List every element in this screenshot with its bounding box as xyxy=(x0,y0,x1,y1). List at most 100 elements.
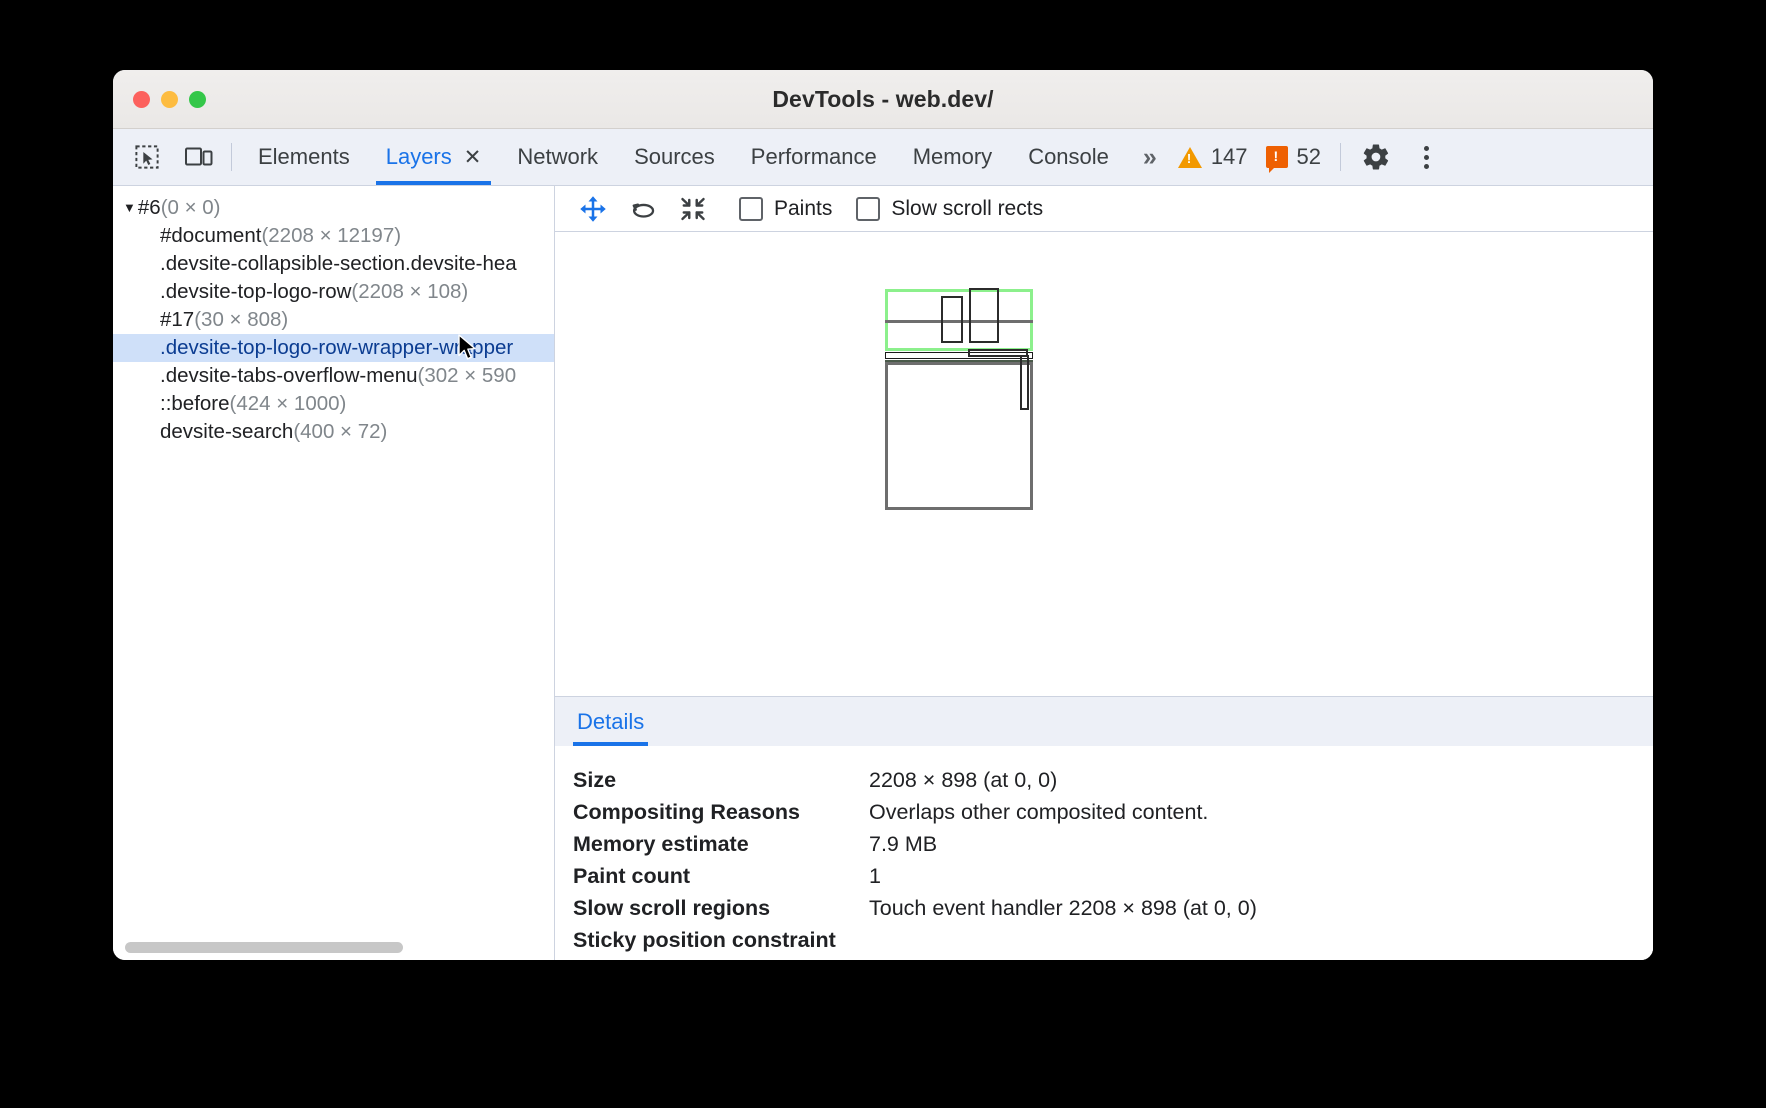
layer-tree-item-17[interactable]: #17(30 × 808) xyxy=(113,306,554,334)
layer-tree-item-top-logo-row-wrapper-wrapper[interactable]: .devsite-top-logo-row-wrapper-wrapper xyxy=(113,334,554,362)
detail-row-size: Size 2208 × 898 (at 0, 0) xyxy=(573,768,1653,800)
window-controls xyxy=(113,91,206,108)
kebab-menu-icon[interactable] xyxy=(1401,129,1451,185)
error-bubble-icon xyxy=(1266,146,1288,168)
chevron-down-icon[interactable]: ▼ xyxy=(123,200,136,215)
close-window-button[interactable] xyxy=(133,91,150,108)
toolbar-divider xyxy=(231,143,232,171)
slow-scroll-rects-checkbox[interactable]: Slow scroll rects xyxy=(856,197,1043,221)
tab-details[interactable]: Details xyxy=(573,697,648,746)
layer-size: (2208 × 12197) xyxy=(261,224,401,248)
paints-checkbox[interactable]: Paints xyxy=(739,197,832,221)
checkbox-box[interactable] xyxy=(739,197,763,221)
slow-scroll-rects-label: Slow scroll rects xyxy=(891,197,1043,221)
layer-tree-item-document[interactable]: #document(2208 × 12197) xyxy=(113,222,554,250)
warning-badge[interactable]: 147 xyxy=(1169,129,1257,185)
layer-name: ::before xyxy=(160,392,230,416)
layer-tree-item-devsite-search[interactable]: devsite-search(400 × 72) xyxy=(113,418,554,446)
tab-layers[interactable]: Layers ✕ xyxy=(368,129,500,185)
layer-name: .devsite-top-logo-row xyxy=(160,280,351,304)
layer-size: (0 × 0) xyxy=(161,196,221,220)
window-titlebar: DevTools - web.dev/ xyxy=(113,70,1653,129)
toolbar-divider-right xyxy=(1340,143,1341,171)
devtools-tabbar: Elements Layers ✕ Network Sources Perfor… xyxy=(113,129,1653,186)
scrollbar-thumb[interactable] xyxy=(125,942,403,953)
warning-triangle-icon xyxy=(1178,147,1202,168)
tab-network[interactable]: Network xyxy=(499,129,616,185)
layer-tree-item-collapsible-section[interactable]: .devsite-collapsible-section.devsite-hea xyxy=(113,250,554,278)
layer-tree-item-tabs-overflow-menu[interactable]: .devsite-tabs-overflow-menu(302 × 590 xyxy=(113,362,554,390)
detail-value: 1 xyxy=(869,864,881,889)
layer-tree-item-before[interactable]: ::before(424 × 1000) xyxy=(113,390,554,418)
tab-performance[interactable]: Performance xyxy=(733,129,895,185)
layer-tree-pane: ▼#6(0 × 0) #document(2208 × 12197) .devs… xyxy=(113,186,555,960)
layer-tree-item-top-logo-row[interactable]: .devsite-top-logo-row(2208 × 108) xyxy=(113,278,554,306)
pan-mode-icon[interactable] xyxy=(571,191,615,227)
details-tabstrip: Details xyxy=(555,696,1653,746)
warning-count: 147 xyxy=(1211,144,1248,170)
layer-name: .devsite-tabs-overflow-menu xyxy=(160,364,418,388)
checkbox-box[interactable] xyxy=(856,197,880,221)
layer-name: #document xyxy=(160,224,261,248)
layer-visual-before[interactable] xyxy=(968,349,1028,357)
layer-tree-list: ▼#6(0 × 0) #document(2208 × 12197) .devs… xyxy=(113,186,554,938)
tab-memory[interactable]: Memory xyxy=(895,129,1010,185)
detail-row-paint-count: Paint count 1 xyxy=(573,864,1653,896)
error-badge[interactable]: 52 xyxy=(1257,129,1330,185)
layer-size: (30 × 808) xyxy=(194,308,288,332)
layers-view-pane: Paints Slow scroll rects xyxy=(555,186,1653,960)
tab-layers-label: Layers xyxy=(386,144,452,170)
detail-row-compositing-reasons: Compositing Reasons Overlaps other compo… xyxy=(573,800,1653,832)
layer-visual-17[interactable] xyxy=(1020,355,1029,410)
layer-name: #17 xyxy=(160,308,194,332)
device-toolbar-icon[interactable] xyxy=(173,129,225,185)
tab-network-label: Network xyxy=(517,144,598,170)
tab-sources[interactable]: Sources xyxy=(616,129,733,185)
detail-key: Compositing Reasons xyxy=(573,800,869,825)
detail-key: Paint count xyxy=(573,864,869,889)
detail-row-slow-scroll-regions: Slow scroll regions Touch event handler … xyxy=(573,896,1653,928)
layer-name: .devsite-collapsible-section.devsite-hea xyxy=(160,252,517,276)
tab-console[interactable]: Console xyxy=(1010,129,1127,185)
layers-toolbar: Paints Slow scroll rects xyxy=(555,186,1653,232)
detail-key: Size xyxy=(573,768,869,793)
main-split: ▼#6(0 × 0) #document(2208 × 12197) .devs… xyxy=(113,186,1653,960)
minimize-window-button[interactable] xyxy=(161,91,178,108)
horizontal-scrollbar[interactable] xyxy=(113,938,554,960)
details-body: Size 2208 × 898 (at 0, 0) Compositing Re… xyxy=(555,746,1653,960)
details-tab-label: Details xyxy=(577,709,644,735)
tab-elements-label: Elements xyxy=(258,144,350,170)
layer-tree-item-root[interactable]: ▼#6(0 × 0) xyxy=(113,194,554,222)
reset-view-icon[interactable] xyxy=(671,191,715,227)
error-count: 52 xyxy=(1297,144,1321,170)
layer-size: (424 × 1000) xyxy=(230,392,347,416)
layer-size: (400 × 72) xyxy=(293,420,387,444)
layers-3d-canvas[interactable] xyxy=(555,232,1653,696)
detail-key: Slow scroll regions xyxy=(573,896,869,921)
devtools-window: DevTools - web.dev/ Elements Layers ✕ xyxy=(113,70,1653,960)
close-icon[interactable]: ✕ xyxy=(464,147,482,168)
detail-row-sticky-position-constraint: Sticky position constraint xyxy=(573,928,1653,960)
detail-row-memory-estimate: Memory estimate 7.9 MB xyxy=(573,832,1653,864)
detail-key: Memory estimate xyxy=(573,832,869,857)
tab-sources-label: Sources xyxy=(634,144,715,170)
tab-elements[interactable]: Elements xyxy=(240,129,368,185)
detail-value: 7.9 MB xyxy=(869,832,937,857)
inspect-element-icon[interactable] xyxy=(121,129,173,185)
detail-value: 2208 × 898 (at 0, 0) xyxy=(869,768,1057,793)
paints-label: Paints xyxy=(774,197,832,221)
detail-value: Overlaps other composited content. xyxy=(869,800,1208,825)
layer-visual-search-secondary[interactable] xyxy=(969,288,999,343)
layer-name: devsite-search xyxy=(160,420,293,444)
chevron-double-right-icon[interactable]: » xyxy=(1127,129,1169,185)
window-title: DevTools - web.dev/ xyxy=(113,86,1653,113)
detail-value: Touch event handler 2208 × 898 (at 0, 0) xyxy=(869,896,1257,921)
layer-visual-search[interactable] xyxy=(941,296,963,343)
layer-visual-document[interactable] xyxy=(885,362,1033,510)
maximize-window-button[interactable] xyxy=(189,91,206,108)
tab-performance-label: Performance xyxy=(751,144,877,170)
rotate-mode-icon[interactable] xyxy=(621,191,665,227)
layer-name: .devsite-top-logo-row-wrapper-wrapper xyxy=(160,336,513,360)
tab-memory-label: Memory xyxy=(913,144,992,170)
gear-icon[interactable] xyxy=(1351,129,1401,185)
